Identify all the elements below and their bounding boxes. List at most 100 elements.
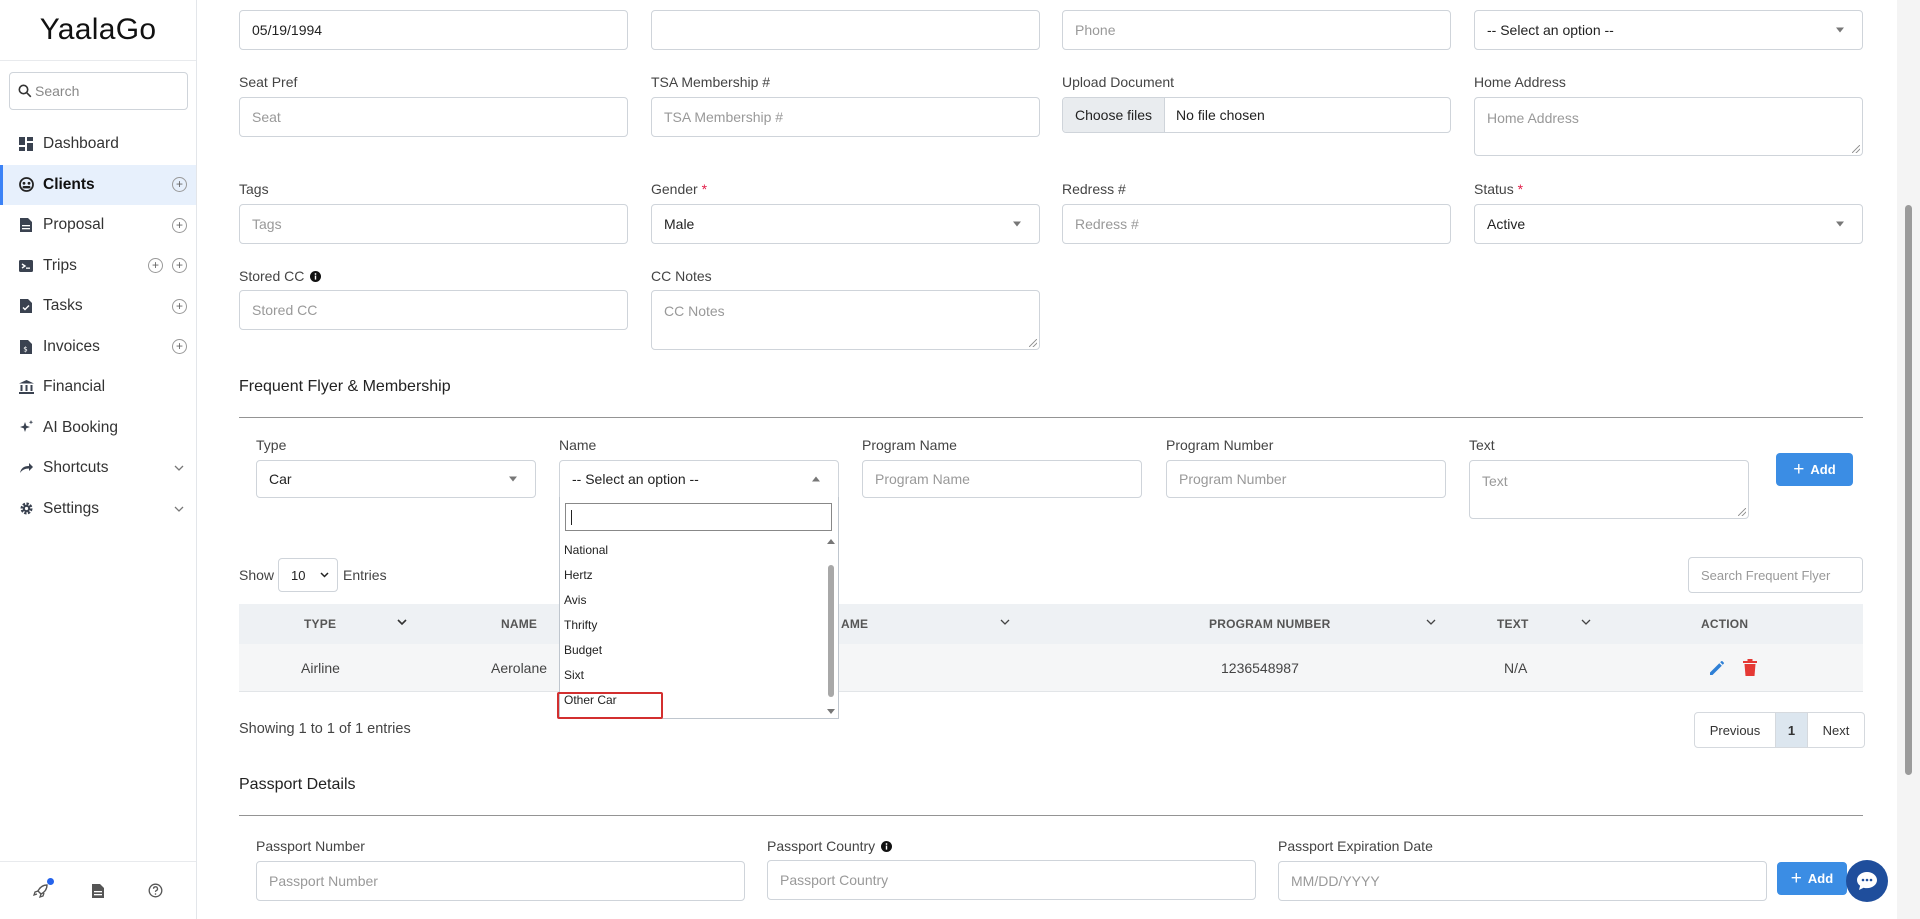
resize-handle[interactable] <box>1029 339 1037 347</box>
ff-program-number-input[interactable]: Program Number <box>1166 460 1446 498</box>
entries-value: 10 <box>291 567 306 583</box>
choose-files-button[interactable]: Choose files <box>1063 98 1166 132</box>
sidebar-item-label: Proposal <box>43 216 105 234</box>
page-1-button[interactable]: 1 <box>1775 713 1808 747</box>
sidebar: YaalaGo Search Dashboard Clients + Propo… <box>0 0 197 919</box>
upload-document-input[interactable]: Choose files No file chosen <box>1062 97 1451 133</box>
help-icon[interactable] <box>146 882 164 900</box>
seat-pref-input[interactable]: Seat <box>239 97 628 137</box>
edit-pencil-icon[interactable] <box>1708 659 1726 677</box>
page-scroll-thumb[interactable] <box>1905 205 1912 775</box>
chevron-down-icon[interactable] <box>174 462 184 474</box>
resize-handle[interactable] <box>1738 508 1746 516</box>
next-button[interactable]: Next <box>1808 713 1864 747</box>
passport-add-button[interactable]: + Add <box>1777 862 1847 895</box>
chat-support-button[interactable] <box>1846 860 1888 902</box>
add-trip-plus-icon[interactable]: + <box>148 258 163 274</box>
redress-input[interactable]: Redress # <box>1062 204 1451 244</box>
add-proposal-plus-icon[interactable]: + <box>172 217 187 233</box>
option-national[interactable]: National <box>560 537 824 562</box>
sidebar-item-financial[interactable]: Financial <box>0 367 196 408</box>
home-address-textarea[interactable]: Home Address <box>1474 97 1863 156</box>
col-program-number[interactable]: PROGRAM NUMBER <box>1209 604 1330 644</box>
sidebar-footer <box>0 861 196 919</box>
col-program-name[interactable]: AME <box>841 604 868 644</box>
sidebar-item-dashboard[interactable]: Dashboard <box>0 124 196 165</box>
passport-expiration-input[interactable]: MM/DD/YYYY <box>1278 861 1767 901</box>
app-logo[interactable]: YaalaGo <box>0 0 196 61</box>
tsa-placeholder: TSA Membership # <box>664 109 784 125</box>
entries-select[interactable]: 10 <box>278 558 338 592</box>
chevron-down-icon[interactable] <box>174 503 184 515</box>
top-select-value: -- Select an option -- <box>1487 22 1614 38</box>
top-select[interactable]: -- Select an option -- <box>1474 10 1863 50</box>
blank-input[interactable] <box>651 10 1040 50</box>
passport-number-input[interactable]: Passport Number <box>256 861 745 901</box>
dropdown-scroll-thumb[interactable] <box>828 565 834 697</box>
sort-chevron-icon[interactable] <box>1000 617 1010 627</box>
search-frequent-flyer-placeholder: Search Frequent Flyer <box>1701 567 1831 583</box>
ff-type-select[interactable]: Car <box>256 460 536 498</box>
col-text[interactable]: TEXT <box>1497 604 1528 644</box>
option-avis[interactable]: Avis <box>560 587 824 612</box>
notification-dot <box>46 877 54 885</box>
sidebar-item-shortcuts[interactable]: Shortcuts <box>0 448 196 489</box>
sidebar-item-label: Dashboard <box>43 135 119 153</box>
add-client-plus-icon[interactable]: + <box>172 177 187 193</box>
delete-trash-icon[interactable] <box>1742 659 1758 677</box>
add-invoice-plus-icon[interactable]: + <box>172 339 187 355</box>
sidebar-item-settings[interactable]: Settings <box>0 489 196 530</box>
sidebar-search-input[interactable]: Search <box>9 72 188 110</box>
ff-program-name-input[interactable]: Program Name <box>862 460 1142 498</box>
option-budget[interactable]: Budget <box>560 637 824 662</box>
sort-chevron-icon[interactable] <box>1426 617 1436 627</box>
cc-notes-textarea[interactable]: CC Notes <box>651 290 1040 350</box>
file-icon[interactable] <box>89 882 107 900</box>
redress-label: Redress # <box>1062 181 1126 197</box>
info-icon[interactable] <box>310 270 322 282</box>
home-address-label: Home Address <box>1474 74 1566 90</box>
add-trip-alt-plus-icon[interactable]: + <box>172 258 187 274</box>
ff-add-button[interactable]: + Add <box>1776 453 1853 486</box>
sidebar-item-tasks[interactable]: Tasks + <box>0 286 196 327</box>
previous-button[interactable]: Previous <box>1695 713 1775 747</box>
col-name[interactable]: NAME <box>501 604 537 644</box>
stored-cc-label: Stored CC <box>239 268 322 284</box>
gender-value: Male <box>664 216 695 232</box>
sidebar-item-proposal[interactable]: Proposal + <box>0 205 196 246</box>
sidebar-item-ai-booking[interactable]: AI Booking <box>0 408 196 449</box>
add-task-plus-icon[interactable]: + <box>172 298 187 314</box>
sort-chevron-icon[interactable] <box>397 617 407 627</box>
ff-name-select[interactable]: -- Select an option -- <box>559 460 839 498</box>
passport-country-input[interactable]: Passport Country <box>767 860 1256 900</box>
dropdown-search-input[interactable] <box>565 503 832 531</box>
ff-text-textarea[interactable]: Text <box>1469 460 1749 519</box>
search-frequent-flyer-input[interactable]: Search Frequent Flyer <box>1688 557 1863 593</box>
sort-chevron-icon[interactable] <box>1581 617 1591 627</box>
scroll-up-arrow-icon[interactable] <box>827 539 835 544</box>
phone-input[interactable]: Phone <box>1062 10 1451 50</box>
date-of-birth-input[interactable]: 05/19/1994 <box>239 10 628 50</box>
option-hertz[interactable]: Hertz <box>560 562 824 587</box>
option-thrifty[interactable]: Thrifty <box>560 612 824 637</box>
sidebar-item-invoices[interactable]: $ Invoices + <box>0 327 196 368</box>
page-scrollbar[interactable] <box>1897 0 1920 919</box>
dropdown-arrow-icon <box>509 476 517 482</box>
scroll-down-arrow-icon[interactable] <box>827 709 835 714</box>
col-type[interactable]: TYPE <box>304 604 336 644</box>
passport-add-label: Add <box>1807 871 1834 886</box>
status-select[interactable]: Active <box>1474 204 1863 244</box>
option-sixt[interactable]: Sixt <box>560 662 824 687</box>
stored-cc-input[interactable]: Stored CC <box>239 290 628 330</box>
dropdown-scrollbar[interactable] <box>824 537 838 718</box>
cell-action <box>1708 644 1758 692</box>
tsa-membership-input[interactable]: TSA Membership # <box>651 97 1040 137</box>
sidebar-item-trips[interactable]: Trips + + <box>0 246 196 287</box>
resize-handle[interactable] <box>1852 145 1860 153</box>
gender-select[interactable]: Male <box>651 204 1040 244</box>
tags-input[interactable]: Tags <box>239 204 628 244</box>
info-icon[interactable] <box>881 840 893 852</box>
entries-label: Entries <box>343 567 387 583</box>
sidebar-item-clients[interactable]: Clients + <box>0 164 196 205</box>
rocket-icon[interactable] <box>32 877 54 900</box>
